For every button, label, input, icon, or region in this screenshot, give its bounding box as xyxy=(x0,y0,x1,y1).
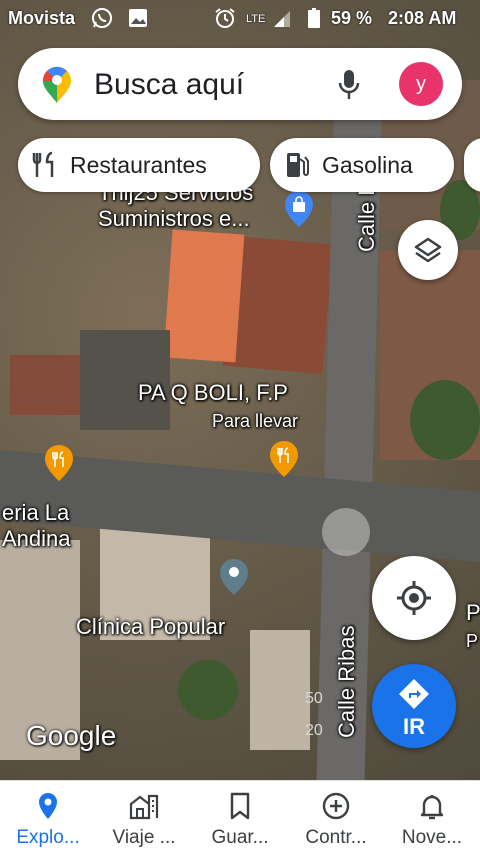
bell-icon xyxy=(420,795,444,820)
whatsapp-icon xyxy=(92,8,112,28)
place-name-line: eria La xyxy=(2,500,70,525)
bookmark-icon xyxy=(230,792,250,820)
network-type: LTE xyxy=(246,13,266,25)
google-maps-logo-icon xyxy=(43,66,71,103)
place-pin-icon[interactable] xyxy=(219,558,249,596)
my-location-button[interactable] xyxy=(372,556,456,640)
alarm-icon xyxy=(215,8,235,28)
battery-icon xyxy=(308,8,320,28)
search-input[interactable]: Busca aquí xyxy=(94,68,244,102)
gallery-icon xyxy=(129,9,147,27)
map-building xyxy=(10,355,80,415)
restaurant-pin-icon[interactable] xyxy=(269,440,299,478)
restaurant-pin-icon[interactable] xyxy=(44,444,74,482)
nav-contribute[interactable]: Contr... xyxy=(288,781,384,854)
nav-commute[interactable]: Viaje ... xyxy=(96,781,192,854)
nav-label: Contr... xyxy=(305,827,367,848)
place-label[interactable]: eria La Andina xyxy=(2,500,71,552)
nav-explore[interactable]: Explo... xyxy=(0,781,96,854)
nav-saved[interactable]: Guar... xyxy=(192,781,288,854)
chip-restaurants[interactable]: Restaurantes xyxy=(18,138,260,192)
map-marker-shadow xyxy=(322,508,370,556)
map-tree xyxy=(410,380,480,460)
account-avatar[interactable]: y xyxy=(399,62,443,106)
map-tree xyxy=(178,660,238,720)
nav-label: Viaje ... xyxy=(112,827,176,848)
street-label: Calle Ribas xyxy=(334,625,359,739)
commute-icon xyxy=(129,794,159,820)
place-label[interactable]: Clínica Popular xyxy=(76,614,225,640)
restaurant-icon xyxy=(32,151,54,177)
place-label-partial: P xyxy=(466,631,479,651)
map-building xyxy=(250,630,310,750)
place-label[interactable]: PA Q BOLI, F.P xyxy=(138,380,288,406)
directions-label: IR xyxy=(403,714,425,739)
google-attribution: Google xyxy=(26,720,117,751)
microphone-icon[interactable] xyxy=(338,69,360,101)
nav-label: Guar... xyxy=(211,827,269,848)
nav-label: Nove... xyxy=(401,827,463,848)
explore-pin-icon xyxy=(39,793,57,819)
chip-gas[interactable]: Gasolina xyxy=(270,138,454,192)
bottom-navigation: Explo... Viaje ... Guar... Contr... Nove… xyxy=(0,780,480,854)
gas-station-icon xyxy=(287,153,309,177)
nav-updates[interactable]: Nove... xyxy=(384,781,480,854)
chip-label: Gasolina xyxy=(322,152,413,178)
place-label-partial: P xyxy=(466,600,480,625)
scale-label: 20 xyxy=(305,722,323,739)
directions-icon xyxy=(399,679,429,709)
place-name-line: Suministros e... xyxy=(98,206,250,231)
add-circle-icon xyxy=(322,792,350,820)
layers-button[interactable] xyxy=(398,220,458,280)
clock: 2:08 AM xyxy=(388,8,457,28)
scale-label: 50 xyxy=(305,690,323,707)
chip-label: Restaurantes xyxy=(70,152,207,178)
directions-button[interactable]: IR xyxy=(372,664,456,748)
shopping-bag-pin-icon[interactable] xyxy=(284,190,314,228)
layers-icon xyxy=(414,237,442,263)
battery-percent: 59 % xyxy=(331,8,373,28)
status-bar: Movista LTE 59 % 2:08 AM xyxy=(0,0,480,36)
place-name-line: Andina xyxy=(2,526,71,551)
signal-icon xyxy=(274,11,290,27)
map-building xyxy=(163,229,245,363)
crosshair-icon xyxy=(397,581,431,615)
nav-label: Explo... xyxy=(16,827,80,848)
search-bar[interactable]: Busca aquí y xyxy=(18,48,462,120)
place-subtitle: Para llevar xyxy=(212,411,299,431)
carrier-name: Movista xyxy=(8,8,76,28)
